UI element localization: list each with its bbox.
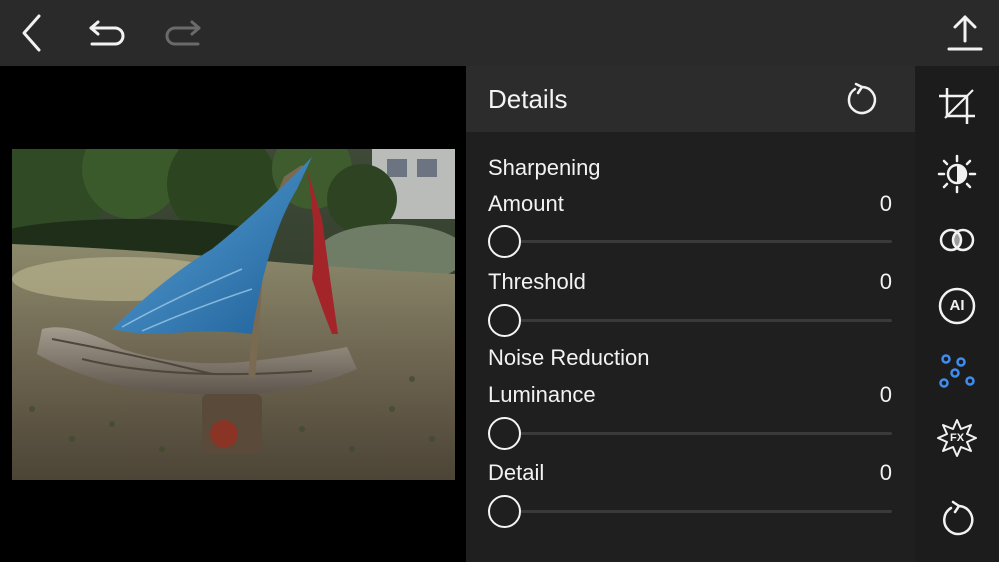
tool-light[interactable] xyxy=(935,152,979,196)
slider-label-detail: Detail xyxy=(488,460,545,485)
light-icon xyxy=(937,154,977,194)
slider-value-threshold: 0 xyxy=(879,269,892,294)
edited-photo[interactable] xyxy=(12,149,455,480)
ai-icon-label: AI xyxy=(949,297,965,314)
details-panel: Details Sharpening Amount 0 Threshold 0 … xyxy=(466,66,915,562)
slider-track xyxy=(502,319,892,322)
slider-thumb[interactable] xyxy=(488,225,521,258)
slider-track xyxy=(502,510,892,513)
slider-thumb[interactable] xyxy=(488,417,521,450)
detail-slider[interactable] xyxy=(488,494,892,528)
redo-icon xyxy=(165,20,201,46)
section-title-noise-reduction: Noise Reduction xyxy=(488,345,650,370)
effects-icon-label: FX xyxy=(949,432,965,444)
slider-label-threshold: Threshold xyxy=(488,269,586,294)
slider-value-detail: 0 xyxy=(879,460,892,485)
crop-icon xyxy=(939,88,975,124)
slider-track xyxy=(502,240,892,243)
reset-icon xyxy=(847,82,877,115)
undo-icon xyxy=(89,20,125,46)
redo-button[interactable] xyxy=(160,10,206,56)
slider-label-amount: Amount xyxy=(488,191,564,216)
upload-icon xyxy=(947,15,983,51)
tool-details[interactable] xyxy=(935,350,979,394)
tool-crop[interactable] xyxy=(935,84,979,128)
slider-thumb[interactable] xyxy=(488,495,521,528)
slider-track xyxy=(502,432,892,435)
slider-thumb[interactable] xyxy=(488,304,521,337)
luminance-slider[interactable] xyxy=(488,416,892,450)
slider-value-luminance: 0 xyxy=(879,382,892,407)
back-button[interactable] xyxy=(10,10,56,56)
top-toolbar xyxy=(0,0,999,66)
export-button[interactable] xyxy=(942,10,988,56)
amount-slider[interactable] xyxy=(488,224,892,258)
undo-button[interactable] xyxy=(84,10,130,56)
image-canvas[interactable] xyxy=(0,66,466,562)
section-title-sharpening: Sharpening xyxy=(488,155,601,180)
photo-image xyxy=(12,149,455,480)
panel-reset-button[interactable] xyxy=(840,80,880,120)
details-icon xyxy=(939,354,975,388)
chevron-left-icon xyxy=(22,14,41,52)
slider-value-amount: 0 xyxy=(879,191,892,216)
color-icon xyxy=(939,228,975,252)
reset-all-icon xyxy=(943,500,974,536)
tool-color[interactable] xyxy=(935,218,979,262)
tool-effects[interactable]: FX xyxy=(935,416,979,460)
slider-label-luminance: Luminance xyxy=(488,382,596,407)
tool-ai[interactable]: AI xyxy=(935,284,979,328)
tool-reset-all[interactable] xyxy=(935,498,979,542)
tool-rail: AI FX xyxy=(915,66,999,562)
panel-title: Details xyxy=(488,84,568,114)
threshold-slider[interactable] xyxy=(488,303,892,337)
panel-header: Details xyxy=(466,66,915,132)
